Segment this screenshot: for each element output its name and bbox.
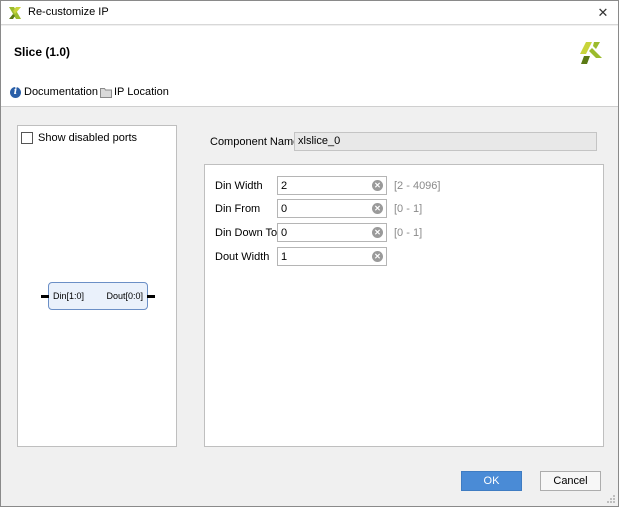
- din-from-range: [0 - 1]: [394, 203, 423, 215]
- xilinx-logo-icon: [9, 7, 21, 19]
- din-from-label: Din From: [215, 203, 261, 215]
- clear-icon[interactable]: ✕: [372, 251, 383, 262]
- window-title: Re-customize IP: [28, 6, 109, 18]
- dialog-header: Slice (1.0) i Documentation IP Location: [1, 26, 618, 107]
- output-port-pin: [147, 295, 155, 298]
- parameters-panel: Din Width 2 ✕ [2 - 4096] Din From 0 ✕ [0…: [204, 164, 604, 447]
- din-width-input[interactable]: 2 ✕: [277, 176, 387, 195]
- input-port-pin: [41, 295, 49, 298]
- clear-icon[interactable]: ✕: [372, 203, 383, 214]
- ok-button[interactable]: OK: [461, 471, 522, 491]
- ip-symbol-block: Din[1:0] Dout[0:0]: [41, 282, 155, 310]
- show-disabled-ports-label: Show disabled ports: [38, 132, 138, 144]
- din-width-label: Din Width: [215, 180, 263, 192]
- din-from-value: 0: [281, 203, 288, 215]
- component-name-field[interactable]: xlslice_0: [294, 132, 597, 151]
- ip-location-label: IP Location: [114, 86, 169, 98]
- clear-icon[interactable]: ✕: [372, 227, 383, 238]
- dout-width-value: 1: [281, 251, 288, 263]
- din-down-to-range: [0 - 1]: [394, 227, 423, 239]
- input-port-label: Din[1:0]: [53, 291, 85, 301]
- cancel-button[interactable]: Cancel: [540, 471, 601, 491]
- documentation-label: Documentation: [24, 86, 98, 98]
- din-from-input[interactable]: 0 ✕: [277, 199, 387, 218]
- folder-icon: [100, 88, 112, 98]
- xilinx-logo-icon: [580, 42, 602, 64]
- output-port-label: Dout[0:0]: [106, 291, 143, 301]
- din-down-to-input[interactable]: 0 ✕: [277, 223, 387, 242]
- ip-symbol-panel: Show disabled ports Din[1:0] Dout[0:0]: [17, 125, 177, 447]
- resize-grip-icon[interactable]: [606, 494, 616, 504]
- din-down-to-label: Din Down To: [215, 227, 278, 239]
- din-width-value: 2: [281, 180, 288, 192]
- clear-icon[interactable]: ✕: [372, 180, 383, 191]
- show-disabled-ports-checkbox[interactable]: [21, 132, 33, 144]
- recustomize-ip-dialog: Re-customize IP ✕ Slice (1.0) i Document…: [0, 0, 619, 507]
- close-icon[interactable]: ✕: [588, 1, 618, 25]
- info-icon: i: [10, 87, 21, 98]
- dout-width-input[interactable]: 1 ✕: [277, 247, 387, 266]
- din-down-to-value: 0: [281, 227, 288, 239]
- title-bar: Re-customize IP ✕: [1, 1, 618, 25]
- component-name-label: Component Name: [210, 136, 300, 148]
- din-width-range: [2 - 4096]: [394, 180, 441, 192]
- dout-width-label: Dout Width: [215, 251, 270, 263]
- page-title: Slice (1.0): [14, 45, 71, 59]
